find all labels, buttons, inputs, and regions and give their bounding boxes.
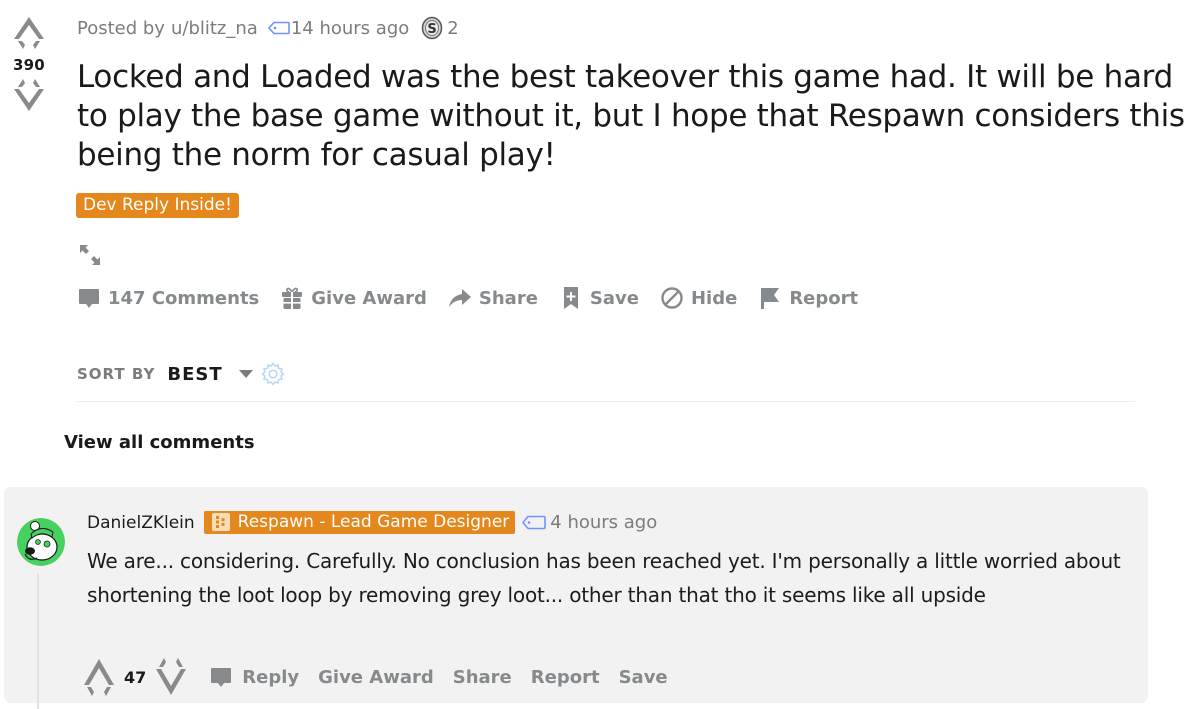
avatar[interactable] — [17, 518, 65, 566]
save-button[interactable]: Save — [559, 286, 639, 310]
comment-icon — [211, 668, 232, 687]
tag-icon — [267, 21, 290, 35]
gear-icon[interactable] — [260, 362, 285, 386]
comment-author-link[interactable]: DanielZKlein — [87, 513, 195, 533]
sort-dropdown[interactable]: BEST — [167, 364, 222, 385]
post-author-link[interactable]: u/blitz_na — [171, 18, 258, 39]
comment-upvote-icon[interactable] — [80, 657, 118, 697]
hide-button[interactable]: Hide — [660, 286, 737, 310]
expand-icon[interactable] — [78, 243, 102, 267]
give-award-label: Give Award — [311, 287, 427, 309]
comment-body: We are... considering. Carefully. No con… — [87, 549, 1121, 607]
user-flair-text: Respawn - Lead Game Designer — [237, 512, 510, 532]
posted-by-label: Posted by — [77, 17, 165, 39]
comments-button[interactable]: 147 Comments — [77, 286, 259, 310]
hide-label: Hide — [690, 287, 738, 309]
upvote-icon[interactable] — [9, 14, 49, 52]
report-label: Report — [789, 287, 859, 309]
save-label: Save — [589, 287, 639, 309]
comment-save-button[interactable]: Save — [619, 667, 668, 688]
svg-text:S: S — [428, 22, 437, 37]
share-icon — [448, 289, 471, 307]
comment-icon — [79, 289, 99, 308]
bookmark-add-icon — [563, 287, 578, 309]
post-score: 390 — [13, 56, 45, 74]
snoo-avatar-icon — [17, 518, 65, 566]
divider — [77, 401, 1135, 402]
post-time[interactable]: 14 hours ago — [291, 18, 409, 39]
comment-downvote-icon[interactable] — [152, 657, 190, 697]
comment-actions-bar: 47 Reply Give Award Share Report Save — [80, 657, 687, 697]
gift-icon — [282, 287, 303, 309]
comment-sort: SORT BY BEST — [77, 362, 285, 386]
chevron-down-icon[interactable] — [238, 370, 253, 378]
user-flair: Respawn - Lead Game Designer — [203, 511, 516, 534]
share-label: Share — [478, 287, 538, 309]
thread-collapse-line[interactable] — [37, 574, 39, 709]
tag-icon — [522, 515, 547, 530]
reply-label: Reply — [242, 666, 300, 688]
post-vote-column: 390 — [8, 14, 50, 114]
flag-icon — [761, 288, 780, 309]
comment-time[interactable]: 4 hours ago — [550, 512, 657, 533]
report-button[interactable]: Report — [758, 286, 858, 310]
comment-report-button[interactable]: Report — [531, 667, 600, 688]
hide-icon — [661, 287, 683, 309]
respawn-flair-icon — [211, 513, 230, 531]
give-award-button[interactable]: Give Award — [280, 286, 427, 310]
comment-score: 47 — [124, 667, 147, 687]
post-meta: Posted by u/blitz_na 14 hours ago S 2 — [77, 16, 459, 40]
post-actions-bar: 147 Comments Give Award Share Save Hide … — [77, 286, 879, 310]
view-all-comments-link[interactable]: View all comments — [64, 432, 255, 453]
comments-label: 147 Comments — [108, 287, 260, 309]
sort-by-label: SORT BY — [77, 365, 156, 383]
reply-button[interactable]: Reply — [190, 665, 299, 689]
comment-meta: DanielZKlein Respawn - Lead Game Designe… — [87, 511, 657, 534]
silver-award-icon[interactable]: S — [421, 16, 443, 40]
share-button[interactable]: Share — [448, 286, 538, 310]
downvote-icon[interactable] — [9, 76, 49, 114]
post-flair[interactable]: Dev Reply Inside! — [76, 193, 239, 218]
comment-share-button[interactable]: Share — [453, 667, 512, 688]
award-count: 2 — [447, 17, 459, 39]
post-title[interactable]: Locked and Loaded was the best takeover … — [77, 58, 1187, 175]
comment-give-award-button[interactable]: Give Award — [318, 667, 434, 688]
